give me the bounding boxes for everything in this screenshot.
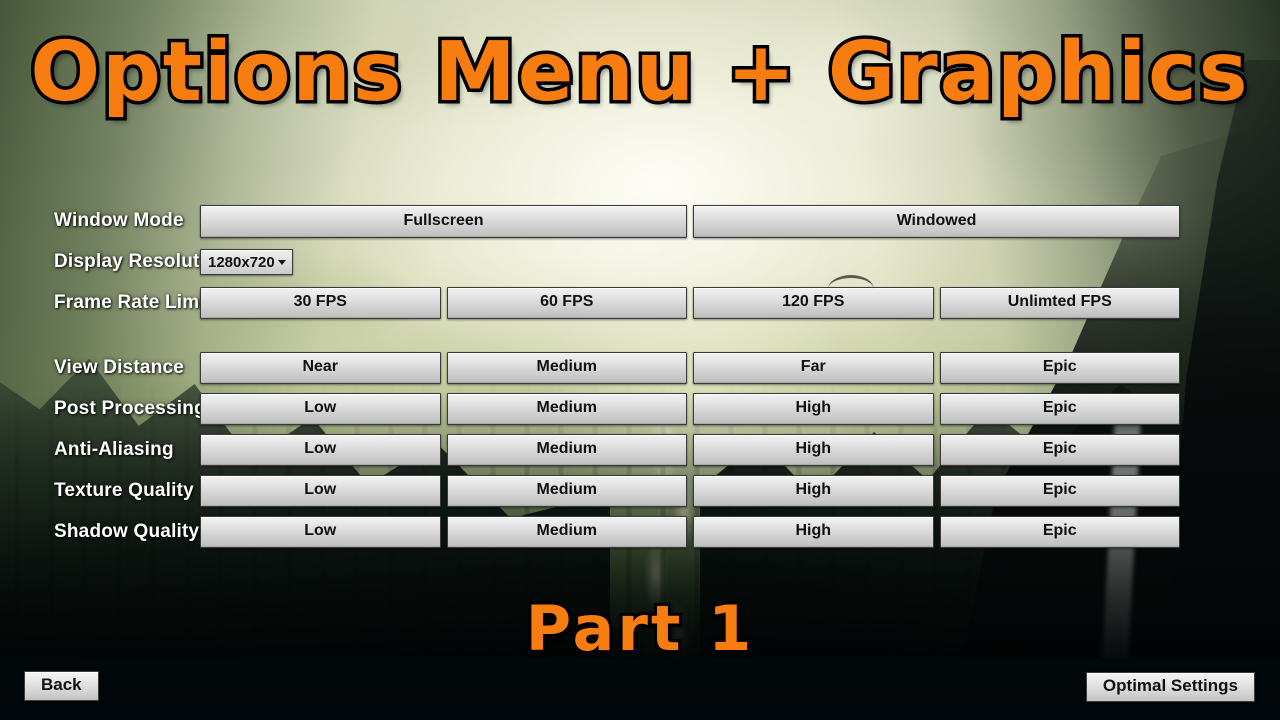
option-shadow-quality-low[interactable]: Low — [200, 516, 441, 548]
option-view-distance-far[interactable]: Far — [693, 352, 934, 384]
option-view-distance-near[interactable]: Near — [200, 352, 441, 384]
page-title: Options Menu + Graphics — [27, 22, 1251, 123]
setting-label-window-mode: Window Mode — [54, 210, 184, 231]
optimal-settings-button[interactable]: Optimal Settings — [1085, 672, 1255, 702]
option-texture-quality-low[interactable]: Low — [200, 475, 441, 507]
setting-label-texture-quality: Texture Quality — [54, 480, 194, 501]
options-menu-screen: Options Menu + Graphics Window Mode Full… — [0, 0, 1280, 720]
option-texture-quality-epic[interactable]: Epic — [939, 475, 1180, 507]
settings-list: Window Mode Fullscreen Windowed Display … — [0, 204, 1280, 556]
setting-options-post-processing: Low Medium High Epic — [200, 393, 1180, 425]
setting-options-texture-quality: Low Medium High Epic — [200, 475, 1180, 507]
option-frame-rate-60[interactable]: 60 FPS — [446, 287, 687, 319]
option-anti-aliasing-high[interactable]: High — [693, 434, 934, 466]
setting-label-shadow-quality: Shadow Quality — [54, 521, 200, 542]
setting-options-shadow-quality: Low Medium High Epic — [200, 516, 1180, 548]
option-frame-rate-120[interactable]: 120 FPS — [693, 287, 934, 319]
option-frame-rate-unlimited[interactable]: Unlimted FPS — [939, 287, 1180, 319]
setting-options-display-resolution: 1280x720 — [200, 249, 1180, 275]
option-shadow-quality-medium[interactable]: Medium — [446, 516, 687, 548]
setting-label-display-resolution: Display Resolution — [54, 251, 229, 272]
option-view-distance-medium[interactable]: Medium — [446, 352, 687, 384]
setting-label-frame-rate-limit: Frame Rate Limit — [54, 292, 212, 313]
setting-label-post-processing: Post Processing — [54, 398, 206, 419]
option-texture-quality-high[interactable]: High — [693, 475, 934, 507]
resolution-dropdown[interactable]: 1280x720 — [200, 249, 293, 275]
setting-label-anti-aliasing: Anti-Aliasing — [54, 439, 174, 460]
setting-options-view-distance: Near Medium Far Epic — [200, 352, 1180, 384]
setting-row-window-mode: Window Mode Fullscreen Windowed — [0, 204, 1280, 238]
option-anti-aliasing-low[interactable]: Low — [200, 434, 441, 466]
option-anti-aliasing-medium[interactable]: Medium — [446, 434, 687, 466]
setting-row-post-processing: Post Processing Low Medium High Epic — [0, 392, 1280, 426]
option-post-processing-medium[interactable]: Medium — [446, 393, 687, 425]
option-view-distance-epic[interactable]: Epic — [939, 352, 1180, 384]
chevron-down-icon — [277, 259, 286, 265]
option-anti-aliasing-epic[interactable]: Epic — [939, 434, 1180, 466]
option-post-processing-low[interactable]: Low — [200, 393, 441, 425]
option-texture-quality-medium[interactable]: Medium — [446, 475, 687, 507]
setting-row-display-resolution: Display Resolution 1280x720 — [0, 245, 1280, 279]
option-window-mode-windowed[interactable]: Windowed — [693, 204, 1180, 238]
setting-options-window-mode: Fullscreen Windowed — [200, 204, 1180, 238]
option-post-processing-epic[interactable]: Epic — [939, 393, 1180, 425]
setting-row-shadow-quality: Shadow Quality Low Medium High Epic — [0, 515, 1280, 549]
part-subtitle: Part 1 — [523, 591, 755, 667]
setting-options-anti-aliasing: Low Medium High Epic — [200, 434, 1180, 466]
setting-row-frame-rate-limit: Frame Rate Limit 30 FPS 60 FPS 120 FPS U… — [0, 275, 1280, 320]
setting-label-view-distance: View Distance — [54, 357, 185, 378]
option-window-mode-fullscreen[interactable]: Fullscreen — [200, 204, 687, 238]
option-shadow-quality-high[interactable]: High — [693, 516, 934, 548]
back-button[interactable]: Back — [24, 671, 99, 701]
resolution-dropdown-value: 1280x720 — [208, 253, 275, 271]
setting-row-view-distance: View Distance Near Medium Far Epic — [0, 351, 1280, 385]
setting-row-anti-aliasing: Anti-Aliasing Low Medium High Epic — [0, 433, 1280, 467]
option-frame-rate-30[interactable]: 30 FPS — [200, 287, 441, 319]
option-shadow-quality-epic[interactable]: Epic — [939, 516, 1180, 548]
setting-row-texture-quality: Texture Quality Low Medium High Epic — [0, 474, 1280, 508]
setting-options-frame-rate-limit: 30 FPS 60 FPS 120 FPS Unlimted FPS — [200, 275, 1180, 319]
option-post-processing-high[interactable]: High — [693, 393, 934, 425]
